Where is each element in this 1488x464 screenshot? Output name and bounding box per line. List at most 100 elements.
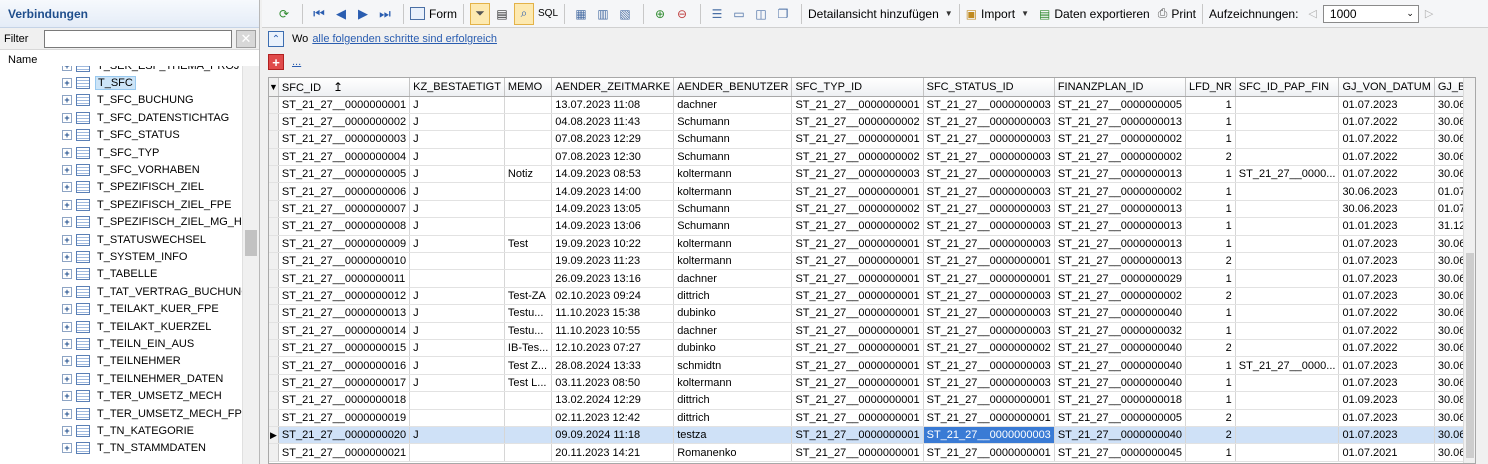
table-cell[interactable]: ST_21_27__0000000002 (278, 113, 411, 132)
tree-scrollbar[interactable] (242, 66, 259, 464)
table-row[interactable]: ST_21_27__0000000015 J IB-Tes... 12.10.2023… (269, 339, 1475, 358)
table-cell[interactable]: ST_21_27__0000000001 (923, 409, 1055, 427)
table-cell[interactable]: J (409, 96, 505, 114)
table-cell[interactable]: 1 (1185, 130, 1236, 149)
expand-icon[interactable]: + (62, 182, 72, 193)
table-cell[interactable]: ST_21_27__0000000002 (1054, 287, 1187, 306)
table-row[interactable]: ST_21_27__0000000006 J 14.09.2023 14:00 kol… (269, 182, 1475, 201)
tree-item[interactable]: + T_SFC_DATENSTICHTAG (0, 109, 242, 126)
table-row[interactable]: ST_21_27__0000000016 J Test Z... 28.08.2024… (269, 356, 1475, 375)
table-cell[interactable]: ST_21_27__0000000001 (791, 374, 924, 393)
table-cell[interactable]: 01.07.2023 (1338, 409, 1435, 427)
table-cell[interactable]: ST_21_27__0000000001 (791, 235, 924, 254)
table-cell[interactable]: 30.06.2023 (1338, 182, 1435, 201)
tree-item[interactable]: + T_TEILNEHMER (0, 353, 242, 370)
column-header[interactable]: GJ_VON_DATUM (1338, 78, 1435, 97)
table-cell[interactable]: ST_21_27__0000000001 (791, 269, 924, 288)
table-cell[interactable]: 01.07.2022 (1338, 165, 1435, 184)
copy-button[interactable]: ❐ (773, 3, 793, 25)
row-indicator[interactable] (269, 235, 279, 254)
row-indicator[interactable] (269, 374, 279, 393)
table-cell[interactable]: Test L... (504, 374, 553, 393)
table-cell[interactable]: ST_21_27__0000000002 (1054, 148, 1187, 167)
table-cell[interactable]: ST_21_27__0000000001 (791, 356, 924, 375)
table-cell[interactable]: Schumann (673, 130, 793, 149)
table-cell[interactable]: Romanenko (673, 443, 793, 462)
tree-item[interactable]: + T_TN_KATEGORIE (0, 422, 242, 439)
table-cell[interactable]: ST_21_27__0000000001 (791, 287, 924, 306)
table-cell[interactable] (504, 269, 553, 288)
table-cell[interactable]: ST_21_27__0000000003 (923, 287, 1055, 306)
table-cell[interactable] (1235, 339, 1340, 358)
table-cell[interactable]: 01.07.2022 (1338, 148, 1435, 167)
table-cell[interactable]: 01.07.2023 (1338, 96, 1435, 114)
table-cell[interactable]: testza (673, 426, 793, 445)
table-cell[interactable] (1235, 426, 1340, 445)
table-cell[interactable]: 11.10.2023 10:55 (551, 322, 675, 340)
first-record-button[interactable]: ⏮ (309, 3, 329, 25)
table-cell[interactable]: ST_21_27__0000000003 (923, 322, 1055, 340)
row-indicator[interactable] (269, 148, 279, 167)
table-cell[interactable] (1235, 287, 1340, 306)
table-cell[interactable] (409, 269, 505, 288)
table-cell[interactable] (1235, 322, 1340, 340)
table-cell[interactable]: 2 (1185, 409, 1236, 427)
tree-item[interactable]: + T_TN_STAMMDATEN (0, 440, 242, 457)
table-cell[interactable] (1235, 391, 1340, 410)
table-cell[interactable]: ST_21_27__0000000002 (791, 217, 924, 236)
table-cell[interactable]: 28.08.2024 13:33 (551, 356, 675, 375)
column-header[interactable]: AENDER_ZEITMARKE (551, 78, 675, 97)
table-cell[interactable]: ST_21_27__0000000005 (1054, 96, 1187, 114)
tree-item[interactable]: + T_TEILAKT_KUERZEL (0, 318, 242, 335)
expand-icon[interactable]: + (62, 356, 72, 367)
table-cell[interactable]: Testu... (504, 304, 553, 323)
table-cell[interactable]: J (409, 148, 505, 167)
table-cell[interactable]: ST_21_27__0000000003 (923, 148, 1055, 167)
table-cell[interactable]: ST_21_27__0000000002 (923, 339, 1055, 358)
table-cell[interactable] (1235, 443, 1340, 462)
table-cell[interactable]: Test-ZA (504, 287, 553, 306)
table-cell[interactable]: ST_21_27__0000... (1235, 165, 1340, 184)
table-cell[interactable]: 19.09.2023 10:22 (551, 235, 675, 254)
table-cell[interactable]: 01.07.2023 (1338, 269, 1435, 288)
tree-item[interactable]: + T_SPEZIFISCH_ZIEL_FPE (0, 196, 242, 213)
table-row[interactable]: ST_21_27__0000000010 19.09.2023 11:23 kolt… (269, 252, 1475, 271)
table-cell[interactable] (504, 443, 553, 462)
table-cell[interactable]: J (409, 287, 505, 306)
table-cell[interactable] (409, 391, 505, 410)
table-cell[interactable]: 01.07.2022 (1338, 304, 1435, 323)
table-cell[interactable]: ST_21_27__0000000040 (1054, 304, 1187, 323)
table-cell[interactable]: 11.10.2023 15:38 (551, 304, 675, 323)
table-cell[interactable]: 1 (1185, 269, 1236, 288)
table-cell[interactable]: 01.01.2023 (1338, 217, 1435, 236)
table-cell[interactable]: 14.09.2023 14:00 (551, 182, 675, 201)
records-next-button[interactable]: ▷ (1425, 7, 1433, 20)
table-cell[interactable] (1235, 130, 1340, 149)
table-row[interactable]: ST_21_27__0000000011 26.09.2023 13:16 dach… (269, 269, 1475, 288)
table-cell[interactable]: ST_21_27__0000000003 (923, 113, 1055, 132)
row-indicator[interactable] (269, 165, 279, 184)
table-row[interactable]: ST_21_27__0000000017 J Test L... 03.11.2023… (269, 374, 1475, 393)
table-cell[interactable]: ST_21_27__0000000006 (278, 182, 411, 201)
row-indicator[interactable] (269, 130, 279, 149)
table-cell[interactable] (1235, 200, 1340, 219)
table-cell[interactable]: ST_21_27__0000000002 (791, 113, 924, 132)
table-cell[interactable]: dittrich (673, 391, 793, 410)
expand-icon[interactable]: + (62, 408, 72, 419)
table-cell[interactable]: ST_21_27__0000000002 (1054, 130, 1187, 149)
table-cell[interactable]: J (409, 217, 505, 236)
table-cell[interactable] (409, 252, 505, 271)
tree-item[interactable]: + T_SEK_ESF_THEMA_PROJ (0, 66, 242, 74)
table-cell[interactable]: 07.08.2023 12:29 (551, 130, 675, 149)
table-cell[interactable] (504, 391, 553, 410)
table-cell[interactable] (1235, 374, 1340, 393)
table-cell[interactable]: ST_21_27__0000000040 (1054, 339, 1187, 358)
table-cell[interactable]: 1 (1185, 374, 1236, 393)
table-cell[interactable]: 02.10.2023 09:24 (551, 287, 675, 306)
select-all-header[interactable]: ▼ (269, 78, 279, 97)
table-cell[interactable]: ST_21_27__0000000040 (1054, 356, 1187, 375)
detail-view-button[interactable]: ▭ (729, 3, 749, 25)
column-header[interactable]: SFC_ID ↥ (278, 78, 411, 97)
table-cell[interactable] (1235, 235, 1340, 254)
next-record-button[interactable]: ▶ (353, 3, 373, 25)
